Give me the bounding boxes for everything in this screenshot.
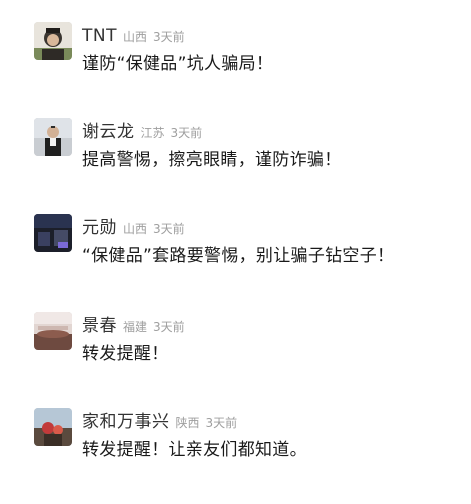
username[interactable]: 家和万事兴 — [82, 412, 170, 432]
timestamp: 3天前 — [153, 30, 185, 44]
username[interactable]: 谢云龙 — [82, 122, 135, 142]
comment-text: 谨防“保健品”坑人骗局！ — [82, 54, 274, 74]
user-avatar-icon[interactable] — [34, 22, 72, 60]
comment-item: 家和万事兴 陕西 3天前 转发提醒！让亲友们都知道。 — [0, 408, 471, 504]
user-avatar-icon[interactable] — [34, 408, 72, 446]
user-avatar-icon[interactable] — [34, 312, 72, 350]
user-avatar-icon[interactable] — [34, 214, 72, 252]
timestamp: 3天前 — [205, 416, 238, 430]
comment-text: 转发提醒！让亲友们都知道。 — [82, 440, 307, 460]
username[interactable]: 元勋 — [82, 218, 117, 238]
username[interactable]: TNT — [82, 26, 117, 46]
location-label: 陕西 — [175, 416, 200, 430]
comment-item: 景春 福建 3天前 转发提醒！ — [0, 312, 471, 408]
timestamp: 3天前 — [153, 222, 185, 236]
comment-meta: TNT 山西 3天前 — [82, 24, 185, 48]
timestamp: 3天前 — [153, 320, 185, 334]
comment-meta: 元勋 山西 3天前 — [82, 216, 185, 240]
comment-meta: 谢云龙 江苏 3天前 — [82, 120, 202, 144]
comment-list: TNT 山西 3天前 谨防“保健品”坑人骗局！ 谢云龙 江苏 3天前 提高警惕，擦亮眼睛… — [0, 0, 471, 491]
location-label: 山西 — [123, 222, 148, 236]
comment-text: “保健品”套路要警惕，别让骗子钻空子！ — [82, 246, 395, 266]
comment-meta: 家和万事兴 陕西 3天前 — [82, 410, 237, 434]
comment-text: 转发提醒！ — [82, 344, 169, 364]
location-label: 江苏 — [140, 126, 165, 140]
comment-meta: 景春 福建 3天前 — [82, 314, 185, 338]
location-label: 山西 — [123, 30, 148, 44]
user-avatar-icon[interactable] — [34, 118, 72, 156]
location-label: 福建 — [123, 320, 148, 334]
comment-item: TNT 山西 3天前 谨防“保健品”坑人骗局！ — [0, 22, 471, 118]
username[interactable]: 景春 — [82, 316, 117, 336]
comment-item: 谢云龙 江苏 3天前 提高警惕，擦亮眼睛，谨防诈骗！ — [0, 118, 471, 214]
timestamp: 3天前 — [170, 126, 203, 140]
comment-item: 元勋 山西 3天前 “保健品”套路要警惕，别让骗子钻空子！ — [0, 214, 471, 310]
comment-text: 提高警惕，擦亮眼睛，谨防诈骗！ — [82, 150, 342, 170]
